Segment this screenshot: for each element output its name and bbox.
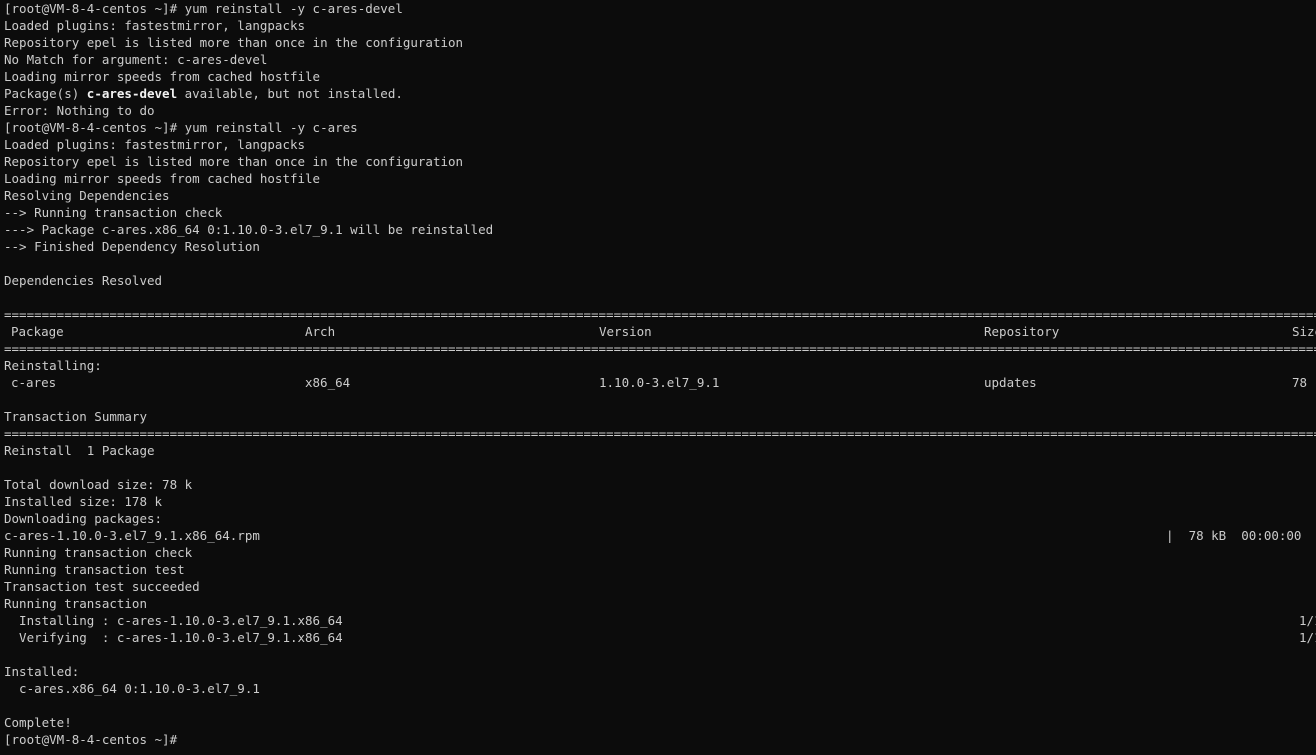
output-line: --> Running transaction check xyxy=(4,205,223,220)
output-line: Transaction test succeeded xyxy=(4,579,200,594)
download-stats: | 78 kB 00:00:00 xyxy=(1166,528,1302,543)
output-line: Running transaction test xyxy=(4,562,185,577)
summary-rule xyxy=(4,425,1316,442)
table-cell-repository: updates xyxy=(984,375,1037,390)
table-header-repository: Repository xyxy=(984,324,1060,339)
output-line: Transaction Summary xyxy=(4,409,147,424)
output-line: Running transaction check xyxy=(4,545,193,560)
output-line: Running transaction xyxy=(4,596,147,611)
package-status-suffix: available, but not installed. xyxy=(177,86,403,101)
prompt-line: [root@VM-8-4-centos ~]# yum reinstall -y… xyxy=(4,1,403,16)
table-header-package: Package xyxy=(11,324,64,339)
table-rule-header xyxy=(4,340,1316,357)
output-line: Downloading packages: xyxy=(4,511,163,526)
output-line: No Match for argument: c-ares-devel xyxy=(4,52,268,67)
output-line: Loaded plugins: fastestmirror, langpacks xyxy=(4,137,306,152)
download-file-name: c-ares-1.10.0-3.el7_9.1.x86_64.rpm xyxy=(4,528,260,543)
output-line: Reinstall 1 Package xyxy=(4,443,155,458)
prompt-line-active[interactable]: [root@VM-8-4-centos ~]# xyxy=(4,731,186,748)
output-line: Repository epel is listed more than once… xyxy=(4,35,464,50)
table-cell-version: 1.10.0-3.el7_9.1 xyxy=(599,375,720,390)
verifying-progress: 1/1 xyxy=(1299,630,1316,645)
output-line: Loaded plugins: fastestmirror, langpacks xyxy=(4,18,306,33)
table-header-version: Version xyxy=(599,324,652,339)
output-line: Installed: xyxy=(4,664,80,679)
table-header-size: Size xyxy=(1292,324,1316,339)
installing-progress: 1/1 xyxy=(1299,613,1316,628)
output-line-package-status: Package(s) c-ares-devel available, but n… xyxy=(4,85,403,102)
output-line: Error: Nothing to do xyxy=(4,103,155,118)
table-rule-top xyxy=(4,306,1316,323)
output-line: Loading mirror speeds from cached hostfi… xyxy=(4,69,321,84)
output-line: Verifying : c-ares-1.10.0-3.el7_9.1.x86_… xyxy=(4,630,343,645)
table-cell-size: 78 k xyxy=(1292,375,1316,390)
output-line: Complete! xyxy=(4,715,72,730)
prompt-text: [root@VM-8-4-centos ~]# xyxy=(4,732,185,747)
output-line: Installing : c-ares-1.10.0-3.el7_9.1.x86… xyxy=(4,613,343,628)
terminal-window[interactable]: [root@VM-8-4-centos ~]# yum reinstall -y… xyxy=(0,0,1316,755)
output-line: Reinstalling: xyxy=(4,358,102,373)
table-header-arch: Arch xyxy=(305,324,336,339)
output-line: Total download size: 78 k xyxy=(4,477,193,492)
output-line: Repository epel is listed more than once… xyxy=(4,154,464,169)
table-cell-package: c-ares xyxy=(11,375,57,390)
output-line: Resolving Dependencies xyxy=(4,188,170,203)
output-line: Dependencies Resolved xyxy=(4,273,163,288)
output-line: ---> Package c-ares.x86_64 0:1.10.0-3.el… xyxy=(4,222,494,237)
package-status-name: c-ares-devel xyxy=(86,86,178,101)
table-cell-arch: x86_64 xyxy=(305,375,351,390)
output-line: Loading mirror speeds from cached hostfi… xyxy=(4,171,321,186)
output-line: c-ares.x86_64 0:1.10.0-3.el7_9.1 xyxy=(4,681,260,696)
package-status-prefix: Package(s) xyxy=(4,86,87,101)
output-line: Installed size: 178 k xyxy=(4,494,163,509)
prompt-line: [root@VM-8-4-centos ~]# yum reinstall -y… xyxy=(4,120,358,135)
output-line: --> Finished Dependency Resolution xyxy=(4,239,260,254)
